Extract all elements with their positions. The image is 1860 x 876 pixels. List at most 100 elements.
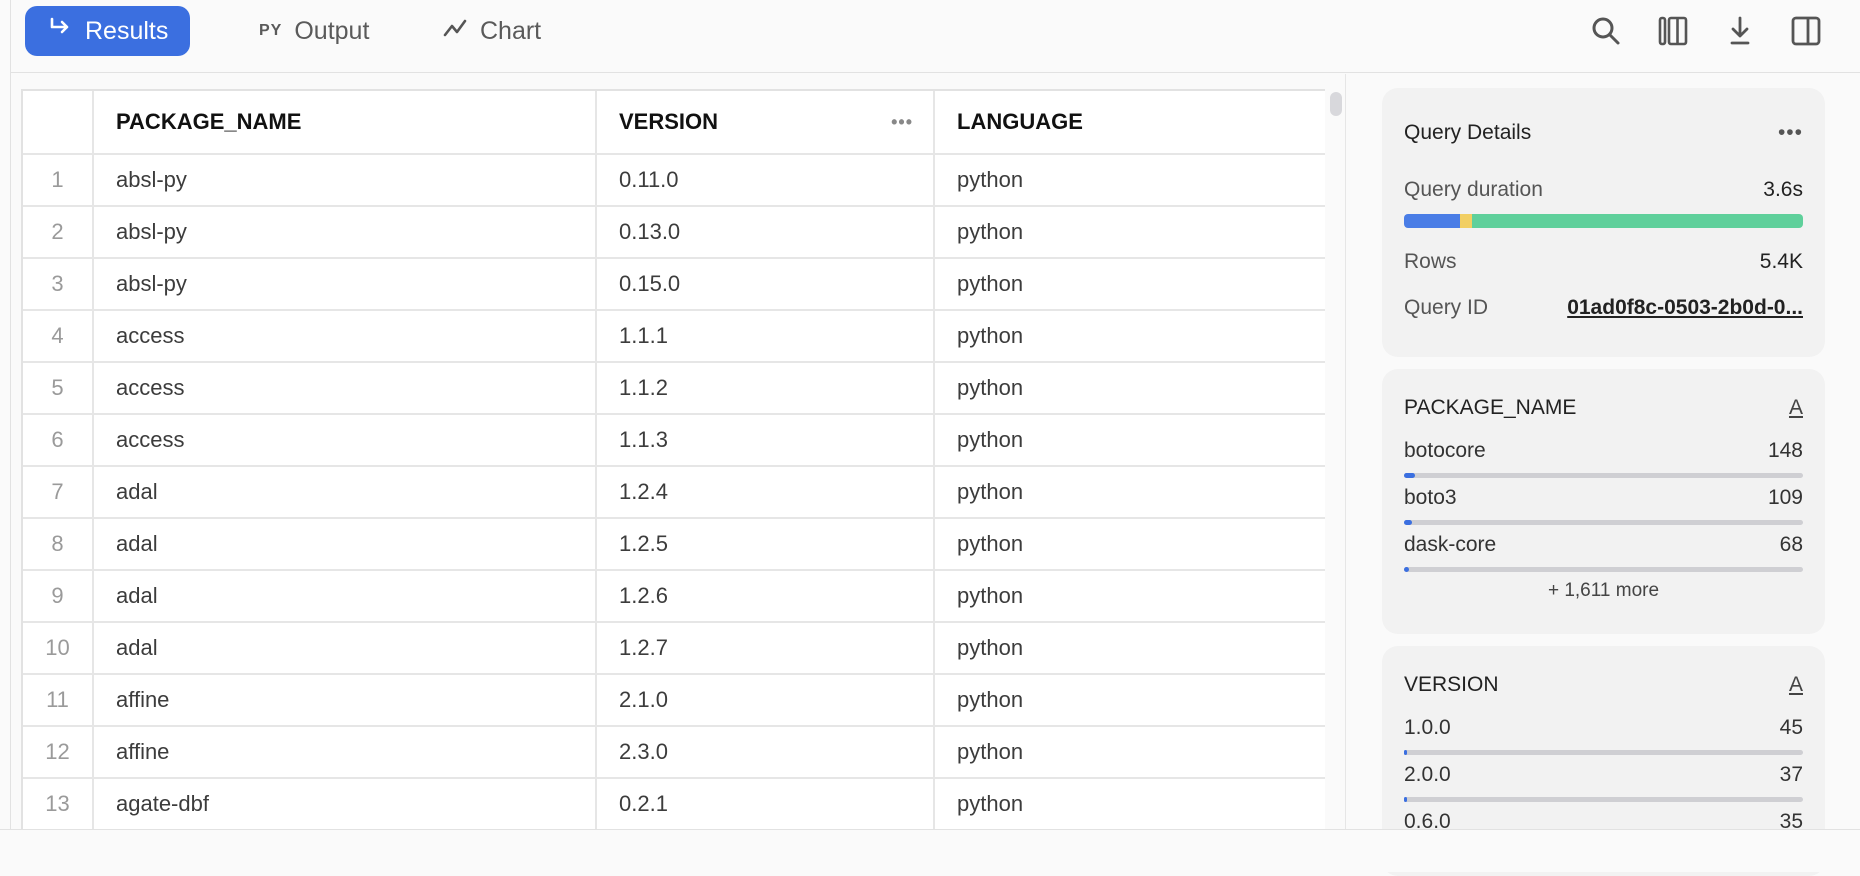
table-row[interactable]: 8 adal 1.2.5 python (23, 519, 1325, 571)
table-cell[interactable]: python (935, 311, 1325, 361)
label: Query duration (1404, 178, 1543, 201)
table-row[interactable]: 13 agate-dbf 0.2.1 python (23, 779, 1325, 829)
table-row[interactable]: 7 adal 1.2.4 python (23, 467, 1325, 519)
table-cell[interactable]: 0.11.0 (597, 155, 935, 205)
sidebar-toggle-icon[interactable] (1789, 14, 1823, 48)
row-number: 1 (23, 155, 94, 205)
table-row[interactable]: 6 access 1.1.3 python (23, 415, 1325, 467)
column-header-version[interactable]: VERSION ••• (597, 91, 935, 153)
table-cell[interactable]: agate-dbf (94, 779, 597, 829)
query-id-row: Query ID 01ad0f8c-0503-2b0d-0... (1404, 296, 1803, 320)
stat-label: dask-core (1404, 533, 1497, 556)
column-header-package-name[interactable]: PACKAGE_NAME (94, 91, 597, 153)
table-cell[interactable]: 2.1.0 (597, 675, 935, 725)
text-type-icon: A (1788, 673, 1803, 696)
more-options-icon[interactable]: ••• (1778, 121, 1803, 145)
stat-count: 109 (1767, 486, 1803, 509)
table-cell[interactable]: 0.13.0 (597, 207, 935, 257)
table-body: 1 absl-py 0.11.0 python 2 absl-py 0.13.0 python… (23, 155, 1325, 829)
table-cell[interactable]: python (935, 259, 1325, 309)
table-cell[interactable]: python (935, 571, 1325, 621)
stat-bar-fill (1404, 567, 1409, 572)
table-cell[interactable]: absl-py (94, 259, 597, 309)
query-id-link[interactable]: 01ad0f8c-0503-2b0d-0... (1567, 296, 1803, 320)
column-menu-icon[interactable]: ••• (891, 112, 913, 133)
left-border (10, 0, 11, 829)
table-cell[interactable]: 1.2.7 (597, 623, 935, 673)
table-cell[interactable]: absl-py (94, 155, 597, 205)
table-row[interactable]: 5 access 1.1.2 python (23, 363, 1325, 415)
table-cell[interactable]: 1.2.4 (597, 467, 935, 517)
table-cell[interactable]: access (94, 415, 597, 465)
duration-segment (1459, 214, 1472, 228)
label: Query ID (1404, 296, 1489, 319)
table-row[interactable]: 10 adal 1.2.7 python (23, 623, 1325, 675)
table-row[interactable]: 1 absl-py 0.11.0 python (23, 155, 1325, 207)
table-cell[interactable]: python (935, 363, 1325, 413)
row-number: 3 (23, 259, 94, 309)
row-number: 7 (23, 467, 94, 517)
table-cell[interactable]: python (935, 727, 1325, 777)
show-more-link[interactable]: + 1,611 more (1404, 580, 1803, 602)
tab-results[interactable]: Results (25, 6, 191, 56)
table-cell[interactable]: access (94, 363, 597, 413)
results-toolbar: Results PY Output Chart (11, 0, 1860, 73)
table-row[interactable]: 4 access 1.1.1 python (23, 311, 1325, 363)
table-cell[interactable]: 1.2.6 (597, 571, 935, 621)
table-row[interactable]: 12 affine 2.3.0 python (23, 727, 1325, 779)
table-cell[interactable]: affine (94, 675, 597, 725)
stat-bar (1404, 750, 1803, 755)
table-cell[interactable]: 1.2.5 (597, 519, 935, 569)
table-cell[interactable]: 1.1.1 (597, 311, 935, 361)
table-cell[interactable]: python (935, 675, 1325, 725)
download-icon[interactable] (1723, 14, 1757, 48)
table-cell[interactable]: python (935, 467, 1325, 517)
chart-line-icon (442, 17, 468, 46)
row-number: 5 (23, 363, 94, 413)
table-row[interactable]: 11 affine 2.1.0 python (23, 675, 1325, 727)
table-cell[interactable]: python (935, 623, 1325, 673)
table-cell[interactable]: 0.2.1 (597, 779, 935, 829)
column-stats-title: PACKAGE_NAME (1404, 396, 1577, 419)
table-cell[interactable]: affine (94, 727, 597, 777)
arrow-return-icon (47, 16, 73, 47)
table-cell[interactable]: adal (94, 519, 597, 569)
table-cell[interactable]: 2.3.0 (597, 727, 935, 777)
table-cell[interactable]: python (935, 155, 1325, 205)
tab-chart[interactable]: Chart (420, 6, 563, 56)
table-cell[interactable]: python (935, 415, 1325, 465)
table-cell[interactable]: 1.1.3 (597, 415, 935, 465)
table-scrollbar[interactable] (1330, 92, 1342, 116)
row-number: 9 (23, 571, 94, 621)
table-cell[interactable]: 1.1.2 (597, 363, 935, 413)
query-details-card: Query Details ••• Query duration 3.6s Rows… (1382, 88, 1825, 357)
stat-bar (1404, 520, 1803, 525)
column-stats-title: VERSION (1404, 673, 1499, 696)
row-number: 12 (23, 727, 94, 777)
table-cell[interactable]: python (935, 207, 1325, 257)
table-cell[interactable]: adal (94, 571, 597, 621)
stat-count: 45 (1779, 716, 1803, 739)
table-cell[interactable]: python (935, 519, 1325, 569)
table-cell[interactable]: adal (94, 623, 597, 673)
panel-divider[interactable] (1345, 74, 1346, 829)
table-row[interactable]: 3 absl-py 0.15.0 python (23, 259, 1325, 311)
table-cell[interactable]: absl-py (94, 207, 597, 257)
tab-output[interactable]: PY Output (237, 6, 391, 56)
rows-value: 5.4K (1759, 250, 1803, 273)
table-cell[interactable]: 0.15.0 (597, 259, 935, 309)
table-cell[interactable]: access (94, 311, 597, 361)
column-header-language[interactable]: LANGUAGE (935, 91, 1325, 153)
query-duration-row: Query duration 3.6s (1404, 178, 1803, 202)
table-row[interactable]: 9 adal 1.2.6 python (23, 571, 1325, 623)
search-icon[interactable] (1589, 14, 1623, 48)
stat-label: 2.0.0 (1404, 763, 1451, 786)
tab-label: Chart (480, 16, 542, 45)
table-header: PACKAGE_NAME VERSION ••• LANGUAGE (23, 91, 1325, 155)
duration-segment (1471, 214, 1803, 228)
stat-bar-fill (1404, 797, 1408, 802)
table-row[interactable]: 2 absl-py 0.13.0 python (23, 207, 1325, 259)
columns-icon[interactable] (1656, 14, 1690, 48)
table-cell[interactable]: adal (94, 467, 597, 517)
table-cell[interactable]: python (935, 779, 1325, 829)
